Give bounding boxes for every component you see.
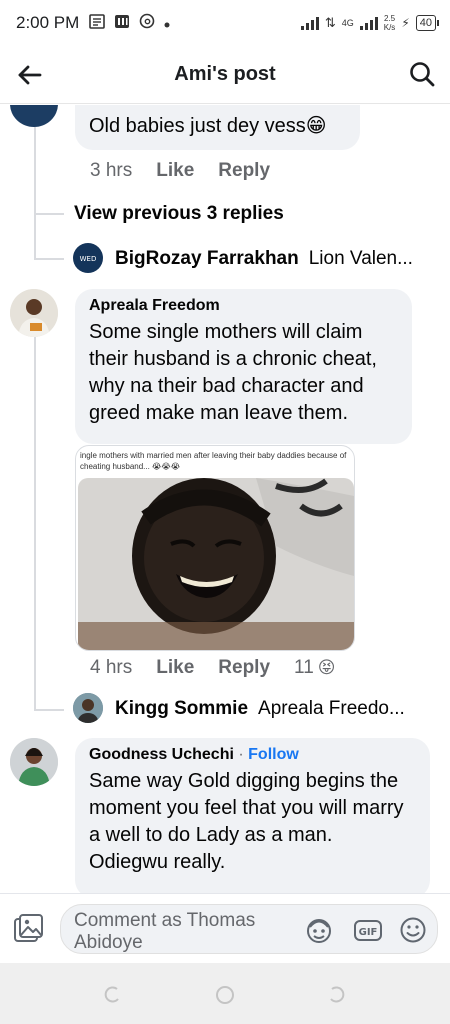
status-time: 2:00 PM xyxy=(16,13,80,32)
avatar-apreala-freedom[interactable] xyxy=(10,289,58,337)
comments-feed[interactable]: Old babies just dey vess😁 3 hrs Like Rep… xyxy=(0,105,450,895)
reply-preview-name: BigRozay Farrakhan xyxy=(115,248,299,269)
reply-preview-kingg[interactable]: Kingg Sommie Apreala Freedo... xyxy=(115,698,405,720)
comment-input[interactable]: Comment as Thomas Abidoye GIF xyxy=(60,904,438,954)
net-speed: 2.5 K/s xyxy=(384,14,396,32)
app-header: Ami's post xyxy=(0,46,450,104)
comment-text-top: Old babies just dey vess😁 xyxy=(89,115,327,137)
comment-author-goodness[interactable]: Goodness Uchechi xyxy=(89,746,234,763)
page-title: Ami's post xyxy=(174,63,276,85)
comment-composer: Comment as Thomas Abidoye GIF xyxy=(0,893,450,963)
back-arrow-icon[interactable] xyxy=(16,61,44,89)
reaction-emoji-icon[interactable]: 😝 xyxy=(318,658,336,678)
signal-icon xyxy=(300,16,319,30)
svg-text:WED: WED xyxy=(80,255,97,263)
notes-icon xyxy=(89,13,106,33)
like-button-top[interactable]: Like xyxy=(156,160,194,182)
back-nav-icon[interactable] xyxy=(327,985,347,1005)
more-notifications-dot-icon xyxy=(164,15,170,32)
like-button-apreala[interactable]: Like xyxy=(156,657,194,679)
network-type-label: 4G xyxy=(341,18,354,28)
reply-button-apreala[interactable]: Reply xyxy=(218,657,270,679)
reply-preview-name-2: Kingg Sommie xyxy=(115,698,249,719)
thread-connector-3 xyxy=(34,709,64,711)
app-notification-icon xyxy=(114,14,130,33)
emoji-icon[interactable] xyxy=(398,915,428,945)
comment-meta-apreala: 4 hrs Like Reply 11 😝 xyxy=(90,657,360,679)
threads-icon xyxy=(139,13,155,33)
comment-meta-top: 3 hrs Like Reply xyxy=(90,160,294,182)
photo-icon[interactable] xyxy=(12,912,46,946)
net-speed-value: 2.5 xyxy=(383,14,396,23)
system-nav-bar xyxy=(0,963,450,1024)
comment-text-apreala: Some single mothers will claim their hus… xyxy=(89,321,377,424)
search-icon[interactable] xyxy=(408,60,436,88)
comment-input-placeholder: Comment as Thomas Abidoye xyxy=(74,910,256,952)
thread-connector-2 xyxy=(34,258,64,260)
comment-bubble-top: Old babies just dey vess😁 xyxy=(75,105,360,150)
reply-button-top[interactable]: Reply xyxy=(218,160,270,182)
follow-button[interactable]: Follow xyxy=(248,746,299,763)
thread-line-comment-1 xyxy=(34,337,36,710)
meme-photo xyxy=(78,478,354,650)
gif-icon[interactable]: GIF xyxy=(353,915,383,945)
battery-icon: 40 xyxy=(415,15,440,31)
comment-bubble-goodness: Goodness Uchechi · Follow Same way Gold … xyxy=(75,738,430,895)
reaction-count-apreala[interactable]: 11 xyxy=(294,657,314,679)
avatar-top-reply[interactable] xyxy=(10,105,58,127)
reply-preview-snippet: Lion Valen... xyxy=(308,248,413,269)
recent-apps-icon[interactable] xyxy=(102,985,122,1005)
follow-separator: · xyxy=(238,746,244,763)
comment-bubble-apreala: Apreala Freedom Some single mothers will… xyxy=(75,289,412,444)
reply-preview-bigrozay[interactable]: BigRozay Farrakhan Lion Valen... xyxy=(115,248,413,270)
status-right: ⇅ 4G 2.5 K/s ⚡ 40 xyxy=(300,14,440,32)
data-transfer-icon: ⇅ xyxy=(324,15,336,30)
signal-2-icon xyxy=(359,16,378,30)
timestamp-top: 3 hrs xyxy=(90,160,133,181)
home-icon[interactable] xyxy=(215,985,235,1005)
avatar-bigrozay[interactable]: WED xyxy=(73,243,103,273)
avatar-sticker-icon[interactable] xyxy=(304,915,334,945)
thread-line-top xyxy=(34,127,36,259)
comment-author-apreala[interactable]: Apreala Freedom xyxy=(89,297,398,315)
battery-level: 40 xyxy=(419,17,432,29)
comment-image-meme[interactable]: ingle mothers with married men after lea… xyxy=(75,445,355,651)
comment-text-goodness: Same way Gold digging begins the moment … xyxy=(89,770,404,873)
timestamp-apreala: 4 hrs xyxy=(90,657,133,678)
net-speed-unit: K/s xyxy=(383,23,396,32)
reply-preview-snippet-2: Apreala Freedo... xyxy=(258,698,405,719)
gif-icon-label: GIF xyxy=(359,927,378,938)
view-previous-replies-link[interactable]: View previous 3 replies xyxy=(74,203,284,225)
status-bar: 2:00 PM ⇅ 4G 2.5 K/s ⚡ 40 xyxy=(0,0,450,46)
avatar-kingg-sommie[interactable] xyxy=(73,693,103,723)
thread-connector-1 xyxy=(34,213,64,215)
comment-header-goodness: Goodness Uchechi · Follow xyxy=(89,746,416,764)
vowifi-icon: ⚡ xyxy=(401,16,410,30)
avatar-goodness-uchechi[interactable] xyxy=(10,738,58,786)
